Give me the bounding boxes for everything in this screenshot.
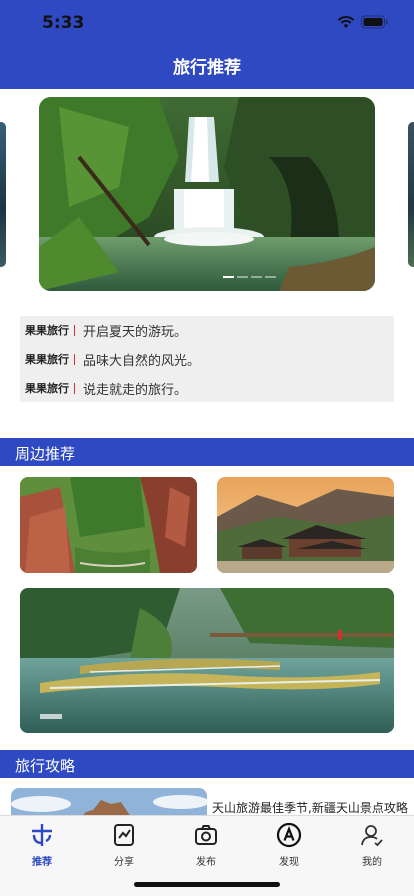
profile-icon	[361, 825, 383, 847]
notice-text: 开启夏天的游玩。	[83, 324, 188, 340]
carousel-dot[interactable]	[251, 276, 262, 278]
nearby-card-temple[interactable]	[217, 477, 394, 573]
carousel-dot[interactable]	[237, 276, 248, 278]
tab-profile[interactable]: 我的	[342, 822, 402, 870]
notice-item[interactable]: 果果旅行 开启夏天的游玩。	[25, 320, 187, 340]
tab-discover[interactable]: 发现	[259, 822, 319, 870]
nearby-card-river[interactable]	[20, 588, 394, 733]
wifi-icon	[337, 16, 355, 28]
tab-label: 发现	[279, 857, 299, 868]
section-title: 旅行攻略	[15, 757, 76, 775]
section-title: 周边推荐	[15, 445, 76, 463]
carousel-slide-waterfall[interactable]	[39, 97, 375, 291]
notice-text: 说走就走的旅行。	[83, 382, 188, 398]
status-time: 5:33	[42, 13, 85, 33]
tab-label: 发布	[196, 857, 216, 868]
carousel-dot[interactable]	[265, 276, 276, 278]
discover-icon	[276, 822, 302, 848]
notice-item[interactable]: 果果旅行 说走就走的旅行。	[25, 378, 187, 398]
battery-icon	[361, 15, 388, 29]
nearby-section-header: 周边推荐	[0, 438, 414, 466]
notice-divider	[74, 382, 75, 394]
notice-text: 品味大自然的风光。	[83, 353, 201, 369]
camera-icon	[195, 825, 217, 845]
notice-item[interactable]: 果果旅行 品味大自然的风光。	[25, 349, 200, 369]
tab-label: 我的	[362, 857, 382, 868]
recommend-icon	[32, 824, 52, 846]
carousel-dot[interactable]	[223, 276, 234, 278]
guide-article-title[interactable]: 天山旅游最佳季节,新疆天山景点攻略	[212, 799, 412, 816]
notice-divider	[74, 324, 75, 336]
tab-recommend[interactable]: 推荐	[12, 822, 72, 870]
nearby-card-canyon[interactable]	[20, 477, 197, 573]
notice-divider	[74, 353, 75, 365]
tab-label: 分享	[114, 857, 134, 868]
notice-tag: 果果旅行	[25, 324, 69, 337]
tab-label: 推荐	[32, 857, 52, 868]
carousel-page-indicator	[223, 276, 276, 278]
share-note-icon	[114, 824, 134, 846]
guide-section-header: 旅行攻略	[0, 750, 414, 778]
status-bar: 5:33	[0, 0, 414, 44]
banner-carousel[interactable]	[0, 97, 414, 293]
carousel-next-slide[interactable]	[408, 122, 414, 267]
notice-list: 果果旅行 开启夏天的游玩。 果果旅行 品味大自然的风光。 果果旅行 说走就走的旅…	[20, 316, 394, 402]
tab-publish[interactable]: 发布	[176, 822, 236, 870]
carousel-prev-slide[interactable]	[0, 122, 6, 267]
tab-share[interactable]: 分享	[94, 822, 154, 870]
page-title: 旅行推荐	[173, 58, 241, 78]
home-indicator[interactable]	[134, 882, 280, 887]
top-header: 5:33 旅行推荐	[0, 0, 414, 89]
notice-tag: 果果旅行	[25, 353, 69, 366]
notice-tag: 果果旅行	[25, 382, 69, 395]
